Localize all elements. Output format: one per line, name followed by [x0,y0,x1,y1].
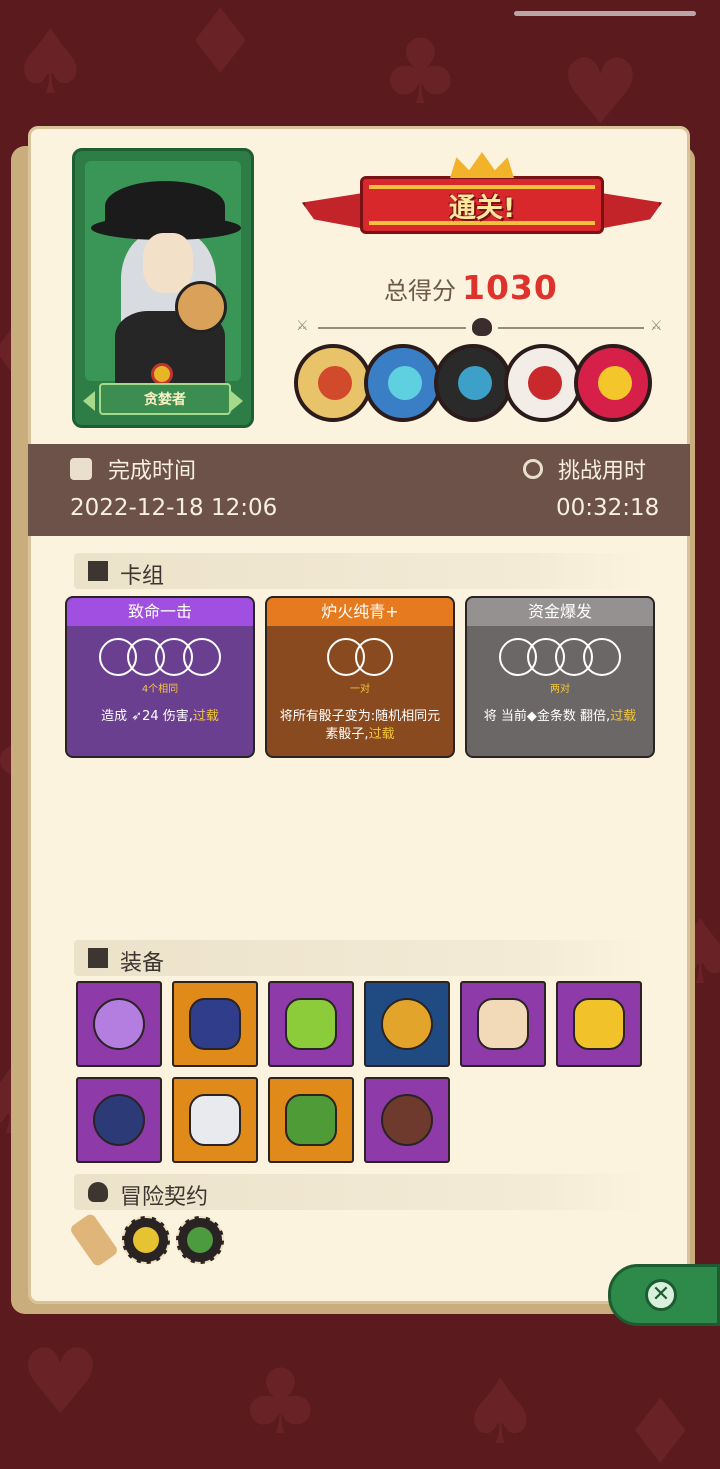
medal-icon [151,363,173,385]
moss-stone-icon[interactable] [268,1077,354,1163]
contract-header: 冒险契约 [74,1174,646,1210]
demon-mask-boss-icon[interactable] [504,344,582,422]
equipment-header-label: 装备 [120,951,165,976]
duration-value: 00:32:18 [556,495,660,521]
gold-coin-icon[interactable] [122,1216,170,1264]
herb-leaves-icon[interactable] [268,981,354,1067]
close-button[interactable]: ✕ [608,1264,720,1326]
potion-icon[interactable] [76,981,162,1067]
deck-header-label: 卡组 [120,564,165,589]
card-name: 资金爆发 [467,598,653,626]
belt-icon[interactable] [364,981,450,1067]
equipment-header: 装备 [74,940,646,976]
card-name: 炉火纯青+ [267,598,453,626]
hexagram-icon[interactable] [172,981,258,1067]
character-name: 贪婪者 [99,383,231,415]
feather-quill-icon[interactable] [76,1077,162,1163]
score-value: 1030 [462,268,558,307]
green-gem-icon[interactable] [176,1216,224,1264]
character-portrait [85,161,241,396]
money-bag-icon [175,281,227,333]
victory-banner: 通关! [302,150,662,250]
rainbow-boss-icon[interactable] [574,344,652,422]
deck-header: 卡组 [74,553,646,589]
card-requirement: 两对 [550,684,570,695]
film-icon [70,458,92,480]
score-label: 总得分 [384,277,456,305]
deck-card[interactable]: 资金爆发 两对 将 当前◆金条数 翻倍,过载 [465,596,655,758]
sun-mask-icon[interactable] [460,981,546,1067]
dice-slots [467,638,653,676]
duration-label: 挑战用时 [558,459,647,484]
fire-heart-icon[interactable] [556,981,642,1067]
character-card[interactable]: 贪婪者 [72,148,254,428]
next-arrow-icon [231,391,243,411]
home-indicator [514,11,696,16]
deck-card[interactable]: 炉火纯青+ 一对 将所有骰子变为:随机相同元素骰子,过载 [265,596,455,758]
victory-title: 通关! [448,193,516,224]
person-icon [88,1182,108,1202]
sword-icon: ⚔ [296,318,309,334]
stopwatch-icon [523,459,543,479]
contract-header-label: 冒险契约 [120,1185,209,1210]
finish-time-value: 2022-12-18 12:06 [70,495,278,521]
cyclops-boss-icon[interactable] [294,344,372,422]
skull-icon [472,318,492,336]
prev-arrow-icon [83,391,95,411]
sword-icon: ⚔ [650,318,663,334]
deck-card[interactable]: 致命一击 4个相同 造成 ➶24 伤害,过载 [65,596,255,758]
dice-slots [67,638,253,676]
white-dice-icon[interactable] [172,1077,258,1163]
card-name: 致命一击 [67,598,253,626]
finish-time-label: 完成时间 [108,459,197,484]
dice-slots [267,638,453,676]
card-description: 造成 ➶24 伤害,过载 [101,709,219,724]
divider: ⚔ ⚔ [296,318,666,338]
crown-icon [450,152,514,178]
cards-icon [88,561,108,581]
card-requirement: 4个相同 [141,684,179,695]
crowned-squid-boss-icon[interactable] [364,344,442,422]
button-disc-icon[interactable] [364,1077,450,1163]
box-icon [88,948,108,968]
close-icon: ✕ [645,1279,677,1311]
defeated-bosses [294,344,652,422]
card-description: 将所有骰子变为:随机相同元素骰子,过载 [279,709,441,742]
fish-boss-icon[interactable] [434,344,512,422]
card-description: 将 当前◆金条数 翻倍,过载 [483,709,637,724]
score-row: 总得分 1030 [384,268,558,307]
card-requirement: 一对 [350,684,370,695]
